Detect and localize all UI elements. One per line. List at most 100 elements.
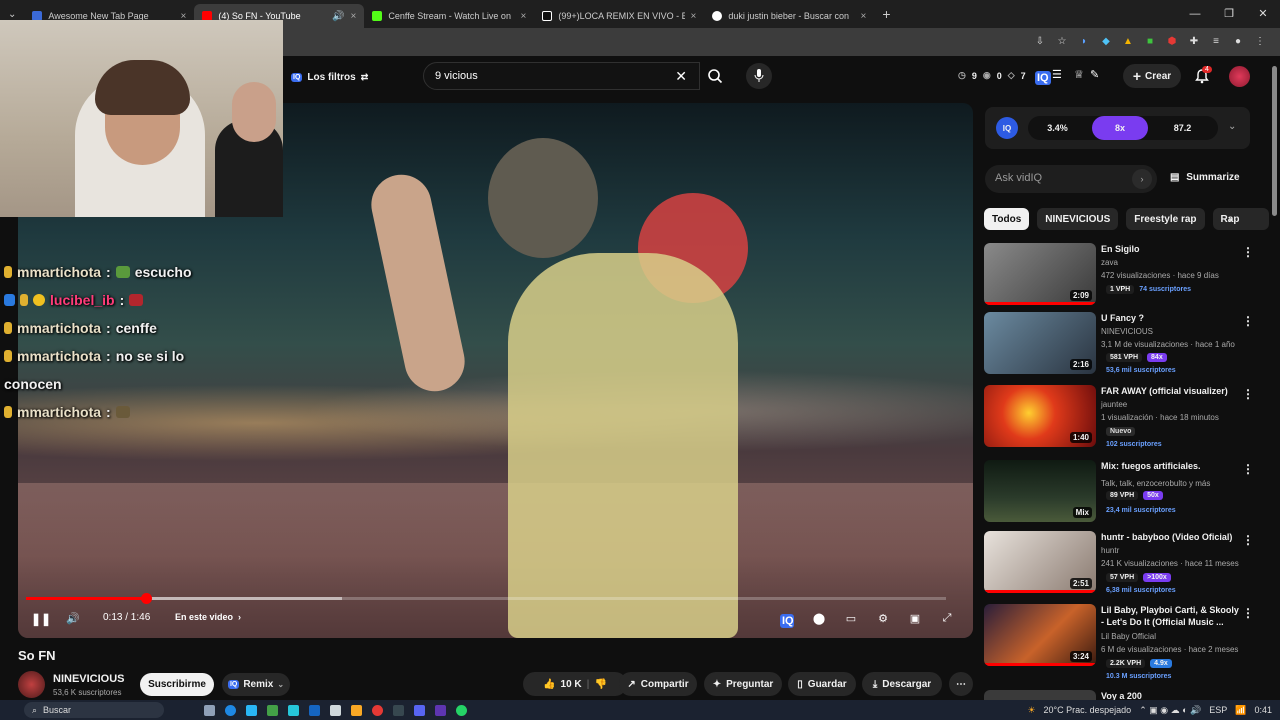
- clear-search-icon[interactable]: ✕: [675, 68, 687, 85]
- video-thumbnail[interactable]: 3:24: [984, 604, 1096, 666]
- more-vert-icon[interactable]: ⋮: [1242, 533, 1254, 547]
- video-thumbnail[interactable]: 2:09: [984, 243, 1096, 305]
- activity-icon[interactable]: ✎: [1090, 68, 1099, 81]
- app-icon[interactable]: [435, 704, 446, 716]
- more-vert-icon[interactable]: ⋮: [1242, 314, 1254, 328]
- weather-label[interactable]: 20°C Prac. despejado: [1044, 705, 1132, 715]
- subtitles-icon[interactable]: ▭: [843, 612, 859, 626]
- video-title[interactable]: En Sigilo: [1101, 243, 1241, 255]
- related-video[interactable]: Voy a 200: [984, 690, 1254, 700]
- video-title[interactable]: huntr - babyboo (Video Oficial): [1101, 531, 1241, 543]
- ask-button[interactable]: ✦ Preguntar: [704, 672, 782, 696]
- channel-name[interactable]: NINEVICIOUS: [1101, 327, 1153, 336]
- video-thumbnail[interactable]: Mix: [984, 460, 1096, 522]
- channel-name[interactable]: zava: [1101, 258, 1118, 267]
- related-video[interactable]: 1:40 FAR AWAY (official visualizer) jaun…: [984, 385, 1254, 448]
- new-tab-button[interactable]: +: [874, 6, 898, 22]
- video-title[interactable]: Voy a 200: [1101, 690, 1241, 700]
- tab-google-search[interactable]: duki justin bieber - Buscar con ×: [704, 4, 874, 28]
- browser-menu-icon[interactable]: ⋮: [1254, 36, 1266, 48]
- edge-icon[interactable]: [225, 704, 236, 716]
- ask-send-icon[interactable]: ›: [1132, 169, 1152, 189]
- restore-icon[interactable]: ❐: [1212, 0, 1246, 28]
- install-icon[interactable]: ⇩: [1034, 36, 1046, 48]
- app-icon[interactable]: [309, 704, 320, 716]
- tab-search-icon[interactable]: ⌄: [0, 9, 24, 20]
- trophy-icon[interactable]: ♕: [1074, 68, 1084, 81]
- video-thumbnail[interactable]: [984, 690, 1096, 700]
- fullscreen-icon[interactable]: ⤢: [939, 612, 955, 626]
- search-button[interactable]: [700, 62, 730, 90]
- pause-icon[interactable]: ❚❚: [31, 612, 51, 626]
- chip-freestyle-rap[interactable]: Freestyle rap: [1126, 208, 1205, 230]
- clock[interactable]: 0:41: [1254, 705, 1272, 715]
- chevron-right-icon[interactable]: ›: [1228, 212, 1232, 226]
- folder-icon[interactable]: [351, 704, 362, 716]
- miniplayer-icon[interactable]: ▣: [907, 612, 923, 626]
- settings-gear-icon[interactable]: ⚙: [875, 612, 891, 626]
- video-title[interactable]: Mix: fuegos artificiales.: [1101, 460, 1241, 472]
- list-icon[interactable]: ☰: [1052, 68, 1062, 81]
- video-thumbnail[interactable]: 1:40: [984, 385, 1096, 447]
- taskbar-search[interactable]: ⌕ Buscar: [24, 702, 164, 718]
- video-title[interactable]: U Fancy ?: [1101, 312, 1241, 324]
- more-actions-button[interactable]: ⋯: [949, 672, 973, 696]
- tab-close-icon[interactable]: ×: [861, 11, 867, 22]
- chapter-button[interactable]: En este video ›: [175, 612, 241, 622]
- reading-list-icon[interactable]: ≡: [1210, 36, 1222, 48]
- tab-kick-stream[interactable]: Cenffe Stream - Watch Live on ×: [364, 4, 534, 28]
- app-icon[interactable]: [246, 704, 257, 716]
- create-button[interactable]: + Crear: [1123, 64, 1181, 88]
- wifi-icon[interactable]: 📶: [1235, 705, 1246, 716]
- page-scrollbar[interactable]: [1272, 66, 1277, 216]
- task-view-icon[interactable]: [204, 704, 215, 716]
- speaker-icon[interactable]: 🔊: [332, 11, 344, 22]
- summarize-button[interactable]: ▤ Summarize: [1170, 172, 1240, 183]
- language-indicator[interactable]: ESP: [1209, 705, 1227, 715]
- app-icon[interactable]: [288, 704, 299, 716]
- dislike-icon[interactable]: 👎: [594, 679, 606, 690]
- subscribe-button[interactable]: Suscribirme: [140, 673, 214, 696]
- related-video[interactable]: 2:09 En Sigilo zava 472 visualizaciones …: [984, 243, 1254, 305]
- tab-tiktok-live[interactable]: (99+)LOCA REMIX EN VIVO - Bi ×: [534, 4, 704, 28]
- video-thumbnail[interactable]: 2:51: [984, 531, 1096, 593]
- volume-icon[interactable]: 🔊: [65, 612, 81, 626]
- extensions-puzzle-icon[interactable]: ✚: [1188, 36, 1200, 48]
- video-title[interactable]: FAR AWAY (official visualizer): [1101, 385, 1241, 397]
- extension-icon[interactable]: ■: [1144, 36, 1156, 48]
- app-icon[interactable]: [330, 704, 341, 716]
- voice-search-button[interactable]: [746, 63, 772, 89]
- extension-icon[interactable]: ◆: [1100, 36, 1112, 48]
- bookmark-star-icon[interactable]: ☆: [1056, 36, 1068, 48]
- autoplay-toggle-icon[interactable]: ⬤: [808, 612, 830, 626]
- app-icon[interactable]: [393, 704, 404, 716]
- tab-close-icon[interactable]: ×: [521, 11, 527, 22]
- vidiq-player-icon[interactable]: IQ: [780, 614, 794, 628]
- download-button[interactable]: ⤓ Descargar: [862, 672, 942, 696]
- video-thumbnail[interactable]: 2:16: [984, 312, 1096, 374]
- chevron-down-icon[interactable]: ⌄: [1228, 121, 1236, 132]
- app-icon[interactable]: [267, 704, 278, 716]
- progress-scrubber[interactable]: [141, 593, 152, 604]
- more-vert-icon[interactable]: ⋮: [1242, 606, 1254, 620]
- related-video[interactable]: 2:51 huntr - babyboo (Video Oficial) hun…: [984, 531, 1254, 594]
- extension-icon[interactable]: ◗: [1078, 36, 1090, 48]
- whatsapp-icon[interactable]: [456, 704, 467, 716]
- chip-rap[interactable]: Rap: [1212, 208, 1270, 230]
- channel-name[interactable]: jauntee: [1101, 400, 1127, 409]
- vidiq-icon[interactable]: IQ: [1035, 71, 1051, 85]
- extension-icon[interactable]: ▲: [1122, 36, 1134, 48]
- channel-name[interactable]: huntr: [1101, 546, 1119, 555]
- channel-avatar[interactable]: [18, 671, 45, 698]
- filters-button[interactable]: IQ Los filtros ⇄: [291, 68, 368, 86]
- tray-icons[interactable]: ⌃ ▣ ◉ ☁ ◐ 🔊: [1139, 705, 1201, 716]
- like-count[interactable]: 10 K: [561, 679, 582, 690]
- chip-ninevicious[interactable]: NINEVICIOUS: [1037, 208, 1119, 230]
- channel-name[interactable]: NINEVICIOUS: [53, 673, 125, 685]
- chip-todos[interactable]: Todos: [984, 208, 1030, 230]
- adblock-icon[interactable]: ⬢: [1166, 36, 1178, 48]
- close-window-icon[interactable]: ✕: [1246, 0, 1280, 28]
- related-mix[interactable]: Mix Mix: fuegos artificiales. Talk, talk…: [984, 460, 1254, 522]
- tab-close-icon[interactable]: ×: [691, 11, 697, 22]
- video-title[interactable]: Lil Baby, Playboi Carti, & Skooly - Let'…: [1101, 604, 1241, 628]
